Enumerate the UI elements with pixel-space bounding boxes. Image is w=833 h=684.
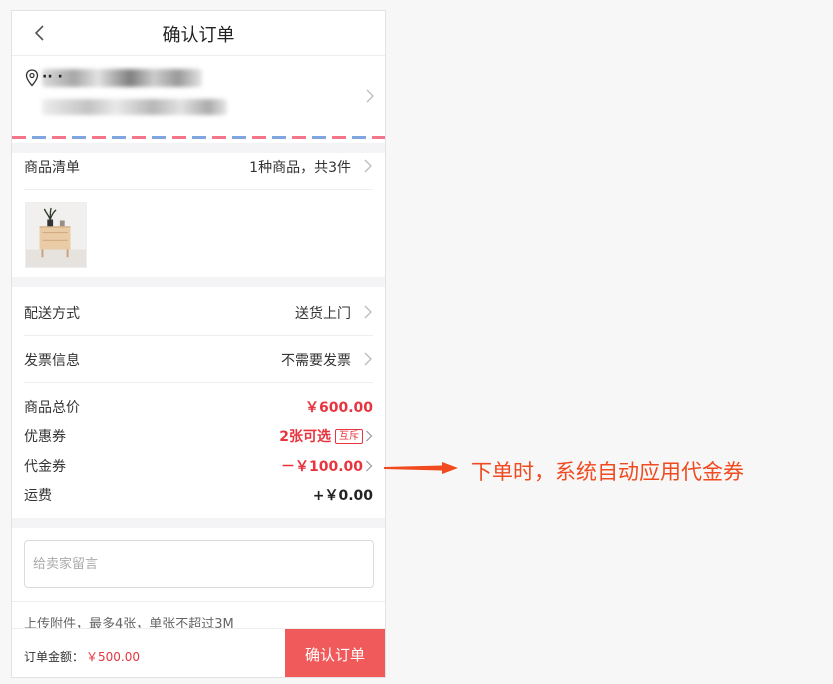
shipping-row: 运费 +￥0.00: [24, 481, 373, 509]
subtotal-row: 商品总价 ￥600.00: [24, 393, 373, 421]
goods-list-row[interactable]: 商品清单 1种商品，共3件: [24, 143, 373, 190]
goods-summary: 1种商品，共3件: [249, 160, 351, 176]
invoice-value: 不需要发票: [281, 353, 351, 369]
section-gap: [12, 277, 385, 287]
voucher-row[interactable]: 代金券 －￥100.00: [24, 452, 373, 480]
goods-list-label: 商品清单: [24, 160, 80, 176]
redacted-contact: [42, 69, 202, 87]
order-total-value: ￥500.00: [86, 650, 140, 664]
order-total-label: 订单金额：: [24, 650, 85, 664]
invoice-label: 发票信息: [24, 353, 80, 369]
chevron-right-icon: [364, 305, 372, 319]
chevron-right-icon: [364, 159, 372, 173]
shipping-label: 运费: [24, 488, 52, 504]
coupon-label: 优惠券: [24, 429, 66, 445]
subtotal-value: ￥600.00: [304, 400, 373, 416]
delivery-method-value: 送货上门: [295, 306, 351, 322]
navbar: 确认订单: [12, 11, 385, 56]
chevron-right-icon: [364, 352, 372, 366]
section-gap: [12, 518, 385, 528]
mutually-exclusive-badge: 互斥: [335, 429, 363, 444]
redacted-address: [42, 99, 227, 115]
delivery-method-row[interactable]: 配送方式 送货上门: [24, 289, 373, 336]
product-thumbnail[interactable]: [25, 202, 87, 268]
recipient-name-phone: ·· ·: [42, 69, 63, 85]
annotation-arrow-icon: [384, 462, 458, 474]
location-pin-icon: [25, 69, 39, 87]
confirm-order-button[interactable]: 确认订单: [285, 629, 385, 677]
seller-message-input[interactable]: [24, 540, 374, 588]
order-confirm-screen: 确认订单 ·· · 商品清单 1种商品，共3件 配送方式 送货上门 发票信息 不…: [11, 10, 386, 678]
voucher-label: 代金券: [24, 459, 66, 475]
subtotal-label: 商品总价: [24, 400, 80, 416]
chevron-right-icon: [366, 89, 374, 103]
page-title: 确认订单: [162, 25, 235, 46]
delivery-method-label: 配送方式: [24, 306, 80, 322]
voucher-value: －￥100.00: [280, 459, 363, 475]
coupon-value-group: 2张可选 互斥: [279, 426, 373, 446]
airmail-divider: [12, 136, 385, 139]
coupon-row[interactable]: 优惠券 2张可选 互斥: [24, 422, 373, 450]
voucher-value-group: －￥100.00: [281, 456, 373, 476]
bottom-bar: 订单金额： ￥500.00 确认订单: [12, 628, 385, 677]
invoice-row[interactable]: 发票信息 不需要发票: [24, 336, 373, 383]
divider: [12, 601, 385, 602]
chevron-right-icon: [366, 430, 373, 442]
address-card[interactable]: ·· ·: [12, 55, 385, 143]
annotation-text: 下单时，系统自动应用代金券: [471, 460, 744, 484]
coupon-available: 2张可选: [279, 429, 331, 445]
shipping-value: +￥0.00: [312, 488, 373, 504]
chevron-right-icon: [366, 460, 373, 472]
